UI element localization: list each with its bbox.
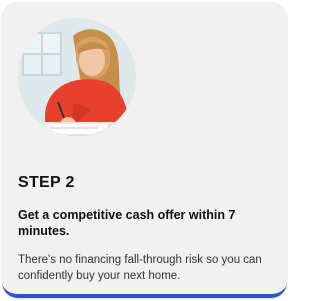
step-number: STEP 2 xyxy=(18,174,75,191)
card-headline: Get a competitive cash offer within 7 mi… xyxy=(18,208,236,238)
card-description: There's no financing fall-through risk s… xyxy=(18,254,262,282)
step-card: STEP 2 Get a competitive cash offer with… xyxy=(2,2,287,298)
step-photo xyxy=(18,18,136,136)
